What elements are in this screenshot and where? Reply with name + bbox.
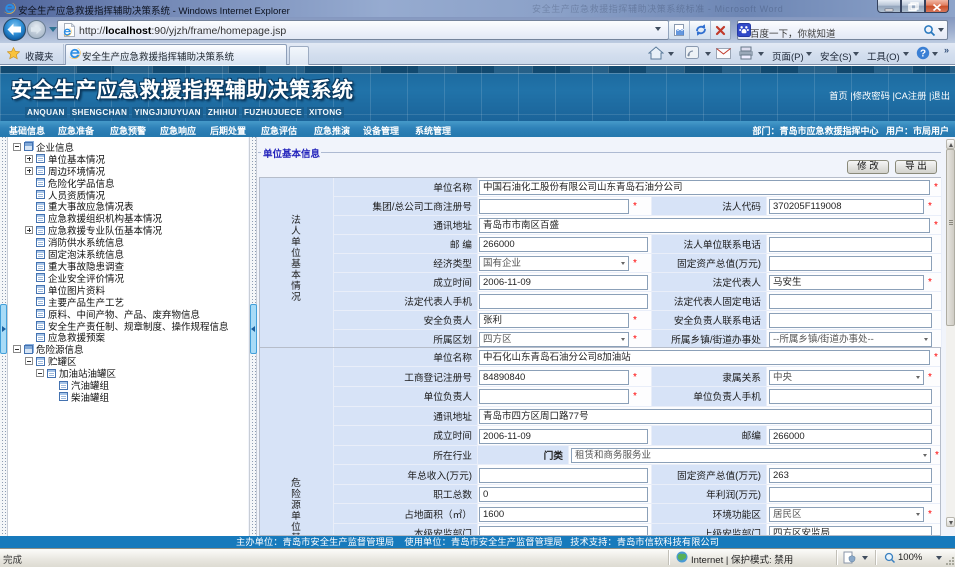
svg-text:?: ? [920, 49, 926, 60]
